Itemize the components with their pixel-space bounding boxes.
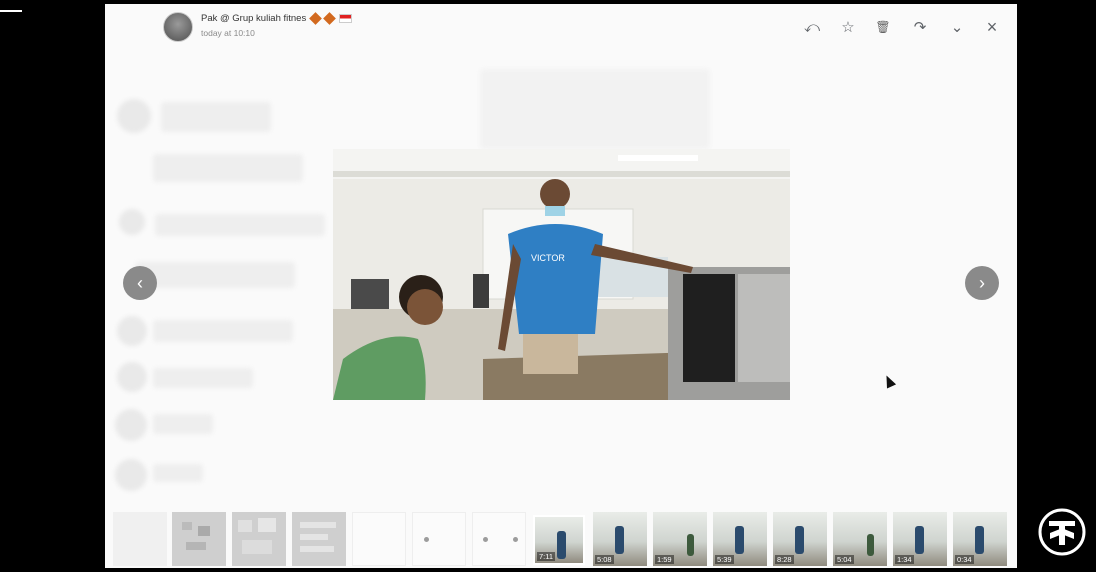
bg-blur: [117, 99, 151, 133]
thumbnail-strip: 7:11 5:08 1:59 5:39 8:28 5:04 1:34 0:34: [105, 509, 1017, 568]
bg-blur: [153, 464, 203, 482]
thumbnail-figure: [975, 526, 984, 554]
close-icon: ×: [986, 16, 998, 37]
delete-icon: 🗑: [875, 20, 891, 34]
thumbnail-figure: [557, 531, 566, 559]
chevron-left-icon: ‹: [137, 272, 143, 293]
bg-blur: [115, 409, 147, 441]
next-button[interactable]: ›: [965, 266, 999, 300]
bg-blur: [480, 69, 710, 149]
video-duration: 0:34: [955, 555, 974, 564]
video-duration: 5:08: [595, 555, 614, 564]
thumbnail-figure: [735, 526, 744, 554]
more-options-button[interactable]: ⌄: [946, 16, 968, 38]
chevron-right-icon: ›: [979, 272, 985, 293]
bg-blur: [153, 368, 253, 388]
bg-blur: [119, 209, 145, 235]
thumbnail[interactable]: 5:39: [713, 512, 767, 566]
media-viewer: Pak @ Grup kuliah fitnes today at 10:10 …: [105, 4, 1017, 568]
media-photo[interactable]: VICTOR: [333, 149, 790, 400]
thumbnail[interactable]: [472, 512, 526, 566]
video-duration: 5:39: [715, 555, 734, 564]
sender-line: Pak @ Grup kuliah fitnes: [201, 12, 353, 25]
window-edge-mark: [0, 10, 22, 12]
thumbnail-figure: [867, 534, 874, 556]
thumbnail-dot: [424, 537, 429, 542]
star-icon: ☆: [841, 19, 855, 36]
bg-blur: [155, 214, 325, 236]
thumbnail-figure: [687, 534, 694, 556]
reply-button[interactable]: ⤺: [801, 16, 823, 38]
video-duration: 7:11: [537, 552, 556, 561]
thumbnail[interactable]: [352, 512, 406, 566]
flag-icon: [339, 13, 353, 23]
thumbnail[interactable]: [172, 512, 226, 566]
emoji-icon: [322, 12, 336, 25]
forward-icon: ↷: [913, 19, 927, 36]
thumbnail-figure: [615, 526, 624, 554]
thumbnail[interactable]: 0:34: [953, 512, 1007, 566]
video-duration: 5:04: [835, 555, 854, 564]
video-duration: 1:59: [655, 555, 674, 564]
thumbnail-figure: [915, 526, 924, 554]
thumbnail-dot: [513, 537, 518, 542]
video-duration: 8:28: [775, 555, 794, 564]
bg-blur: [117, 316, 147, 346]
delete-button[interactable]: 🗑: [872, 16, 894, 38]
thumbnail[interactable]: 1:59: [653, 512, 707, 566]
thumbnail[interactable]: 5:08: [593, 512, 647, 566]
bg-blur: [117, 362, 147, 392]
close-button[interactable]: ×: [981, 16, 1003, 38]
mouse-cursor: [881, 373, 897, 389]
bg-blur: [153, 320, 293, 342]
chevron-down-icon: ⌄: [950, 19, 964, 36]
bg-blur: [153, 154, 303, 182]
thumbnail[interactable]: [232, 512, 286, 566]
thumbnail-image: [182, 522, 210, 550]
thumbnail-image: [300, 522, 336, 552]
bg-blur: [161, 102, 271, 132]
thumbnail-image: [238, 518, 276, 554]
thumbnail[interactable]: [292, 512, 346, 566]
timestamp: today at 10:10: [201, 28, 255, 38]
sender-name: Pak @ Grup kuliah fitnes: [201, 13, 307, 24]
thumbnail-dot: [483, 537, 488, 542]
photo-illustration: VICTOR: [333, 149, 790, 400]
shirt-text: VICTOR: [531, 253, 565, 263]
thumbnail-figure: [795, 526, 804, 554]
previous-button[interactable]: ‹: [123, 266, 157, 300]
thumbnail[interactable]: [113, 512, 167, 566]
bg-blur: [153, 414, 213, 434]
bg-blur: [115, 459, 147, 491]
brand-logo-icon: [1038, 508, 1086, 556]
avatar[interactable]: [163, 12, 193, 42]
bg-blur: [135, 262, 295, 288]
thumbnail[interactable]: 1:34: [893, 512, 947, 566]
reply-icon: ⤺: [803, 18, 821, 36]
star-button[interactable]: ☆: [837, 16, 859, 38]
emoji-icon: [309, 12, 322, 25]
thumbnail[interactable]: [412, 512, 466, 566]
thumbnail-current[interactable]: 7:11: [533, 515, 585, 565]
thumbnail[interactable]: 8:28: [773, 512, 827, 566]
video-duration: 1:34: [895, 555, 914, 564]
thumbnail[interactable]: 5:04: [833, 512, 887, 566]
forward-button[interactable]: ↷: [909, 16, 931, 38]
viewer-header: Pak @ Grup kuliah fitnes today at 10:10 …: [105, 4, 1017, 48]
